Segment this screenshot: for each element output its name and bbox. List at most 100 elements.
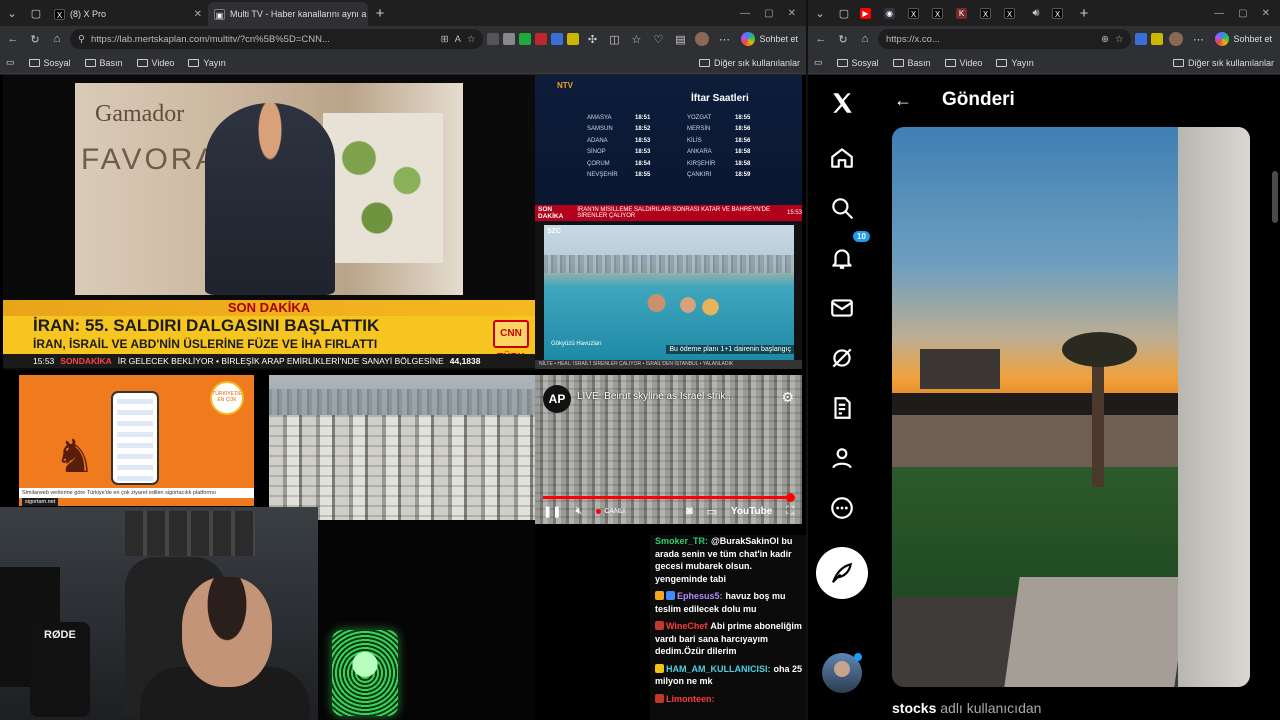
tab-kick-icon[interactable]: K [952, 2, 976, 24]
maximize-icon[interactable]: ▢ [1238, 8, 1247, 19]
favorite-star-icon[interactable]: ☆ [1115, 34, 1124, 45]
bookmark-folder-yayin[interactable]: Yayın [996, 58, 1034, 68]
progress-bar[interactable] [543, 493, 796, 502]
settings-gear-icon[interactable]: ⚙ [781, 389, 794, 406]
copilot-button[interactable]: Sohbet et [1211, 32, 1276, 46]
extension-icon[interactable] [1135, 33, 1148, 45]
bookmark-folder-sosyal[interactable]: Sosyal [836, 58, 879, 68]
x-logo-icon[interactable] [822, 83, 862, 123]
extension-icon[interactable] [535, 33, 548, 45]
tab-multi-tv[interactable]: ▣ Multi TV - Haber kanallarını aynı a ✕ [208, 2, 368, 26]
bookmark-folder-video[interactable]: Video [136, 58, 174, 68]
chat-username[interactable]: WineChef [666, 621, 707, 631]
account-avatar[interactable] [822, 653, 862, 693]
collections-icon[interactable]: ▤ [671, 30, 689, 48]
tab-audio-icon[interactable]: 🔊︎ [1024, 2, 1048, 24]
scrollbar[interactable] [1272, 171, 1278, 223]
tv-player-cnnturk[interactable]: Gamador FAVORA SON DAKİKA İRAN: 55. SALD… [3, 75, 535, 370]
live-indicator[interactable]: CANLI [596, 508, 625, 515]
bookmark-folder-basin[interactable]: Basın [892, 58, 931, 68]
minimize-icon[interactable]: — [1214, 8, 1224, 19]
more-menu-icon[interactable]: ⋯ [1189, 30, 1207, 48]
maximize-icon[interactable]: ▢ [764, 8, 773, 19]
new-tab-icon[interactable]: + [368, 2, 392, 24]
tab-x-pro[interactable]: X (8) X Pro ✕ [48, 2, 208, 26]
copilot-button[interactable]: Sohbet et [737, 32, 802, 46]
profile-avatar[interactable] [693, 30, 711, 48]
other-bookmarks-folder[interactable]: Diğer sık kullanılanlar [698, 58, 800, 68]
tab-x-icon[interactable]: X [928, 2, 952, 24]
bookmark-folder-video[interactable]: Video [944, 58, 982, 68]
bookmark-tabs-icon[interactable]: ▭ [6, 57, 15, 68]
chat-username[interactable]: Smoker_TR: [655, 536, 708, 546]
mute-icon[interactable]: 🔇︎ [575, 505, 582, 518]
bookmark-folder-sosyal[interactable]: Sosyal [28, 58, 71, 68]
tab-youtube-icon[interactable]: ▶ [856, 2, 880, 24]
pause-icon[interactable]: ❚❚ [543, 505, 561, 518]
author-handle[interactable]: stocks [892, 700, 936, 716]
video-title[interactable]: LIVE: Beirut skyline as Israel strik... [577, 391, 734, 402]
tv-player-sozcu[interactable]: SZC Gökyüzü Havuzları Bu ödeme planı 1+1… [535, 222, 802, 369]
workspaces-icon[interactable]: ▢ [832, 2, 856, 24]
reload-icon[interactable]: ↻ [26, 30, 44, 48]
home-icon[interactable]: ⌂ [856, 30, 874, 48]
search-icon[interactable] [822, 188, 862, 228]
close-window-icon[interactable]: ✕ [788, 8, 796, 19]
post-button[interactable] [816, 547, 868, 599]
subtitles-icon[interactable]: ▭ [707, 505, 717, 518]
workspaces-icon[interactable]: ▢ [24, 2, 48, 24]
back-icon[interactable]: ← [812, 30, 830, 48]
grok-icon[interactable] [822, 338, 862, 378]
youtube-player-ap[interactable]: AP LIVE: Beirut skyline as Israel strik.… [535, 375, 802, 524]
minimize-icon[interactable]: — [740, 8, 750, 19]
extension-icon[interactable] [503, 33, 516, 45]
profile-avatar[interactable] [1167, 30, 1185, 48]
favorite-star-icon[interactable]: ☆ [467, 34, 476, 45]
profile-icon[interactable] [822, 438, 862, 478]
read-aloud-icon[interactable]: A [455, 34, 461, 45]
tab-x-icon[interactable]: X [904, 2, 928, 24]
site-info-icon[interactable]: ⚲ [78, 34, 85, 45]
zoom-icon[interactable]: ⊕ [1101, 34, 1109, 45]
extension-icon[interactable] [551, 33, 564, 45]
extension-icon[interactable] [567, 33, 580, 45]
chat-username[interactable]: Limonteen: [666, 694, 715, 704]
notifications-icon[interactable]: 10 [822, 230, 871, 278]
bookmark-folder-basin[interactable]: Basın [84, 58, 123, 68]
tab-actions-icon[interactable]: ⌄ [0, 2, 24, 24]
messages-icon[interactable] [822, 288, 862, 328]
favorites-icon[interactable]: ☆ [627, 30, 645, 48]
lists-icon[interactable] [822, 388, 862, 428]
back-icon[interactable]: ← [4, 30, 22, 48]
tab-actions-icon[interactable]: ⌄ [808, 2, 832, 24]
tab-x-icon[interactable]: X [1000, 2, 1024, 24]
other-bookmarks-folder[interactable]: Diğer sık kullanılanlar [1172, 58, 1274, 68]
chat-username[interactable]: Ephesus5: [677, 591, 723, 601]
browser-essentials-icon[interactable]: ♡ [649, 30, 667, 48]
extensions-puzzle-icon[interactable]: ✣ [583, 30, 601, 48]
close-tab-icon[interactable]: ✕ [188, 9, 202, 20]
home-icon[interactable]: ⌂ [48, 30, 66, 48]
close-window-icon[interactable]: ✕ [1262, 8, 1270, 19]
address-bar[interactable]: https://x.co... ⊕ ☆ [878, 29, 1132, 49]
split-screen-icon[interactable]: ◫ [605, 30, 623, 48]
ap-channel-avatar[interactable]: AP [543, 385, 571, 413]
bookmark-tabs-icon[interactable]: ▭ [814, 57, 823, 68]
progress-scrubber[interactable] [786, 493, 796, 502]
home-icon[interactable] [822, 138, 862, 178]
apps-icon[interactable]: ⊞ [441, 34, 449, 45]
post-video[interactable] [892, 127, 1250, 687]
back-arrow-icon[interactable]: ← [894, 90, 912, 111]
extension-icon[interactable] [519, 33, 532, 45]
more-menu-icon[interactable]: ⋯ [715, 30, 733, 48]
bookmark-folder-yayin[interactable]: Yayın [188, 58, 226, 68]
screenshot-icon[interactable]: ◙ [686, 505, 693, 517]
chat-username[interactable]: HAM_AM_KULLANICISI: [666, 664, 771, 674]
reload-icon[interactable]: ↻ [834, 30, 852, 48]
more-icon[interactable] [822, 488, 862, 528]
tab-x-icon[interactable]: X [1048, 2, 1072, 24]
tab-generic-icon[interactable]: ◉ [880, 2, 904, 24]
tv-player-aerial-city[interactable] [269, 375, 535, 524]
tv-player-ad[interactable]: ♞ TÜRKİYE'DE EN ÇOK Similarweb verilerin… [19, 375, 254, 506]
extension-icon[interactable] [1151, 33, 1164, 45]
